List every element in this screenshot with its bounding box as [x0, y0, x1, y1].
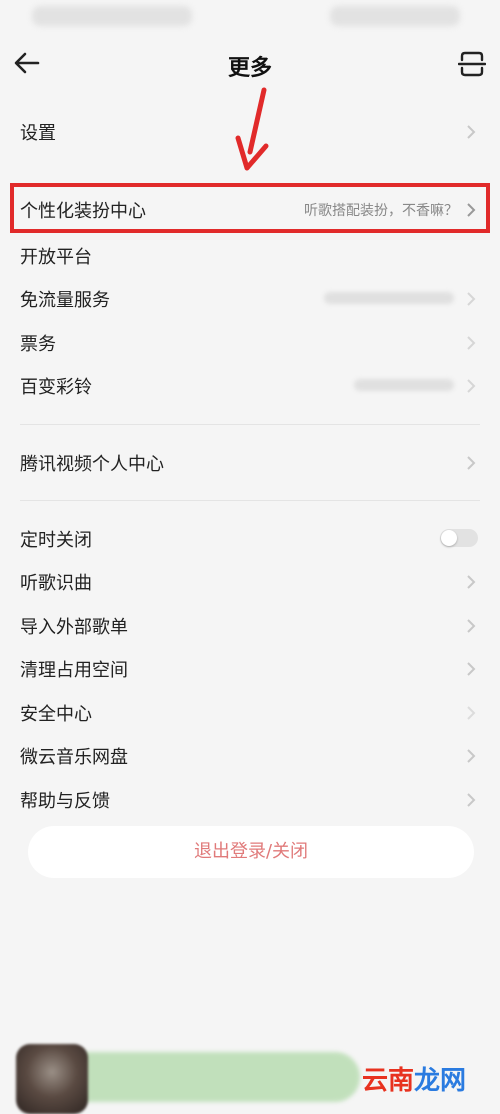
page-title: 更多	[227, 56, 272, 81]
chevron-right-icon	[467, 456, 476, 470]
chevron-right-icon	[467, 749, 476, 763]
chevron-right-icon	[467, 662, 476, 676]
section-divider	[20, 424, 480, 425]
row-label: 开放平台	[20, 247, 92, 268]
row-label: 设置	[20, 123, 56, 144]
row-label: 清理占用空间	[20, 660, 128, 681]
menu-row-song-recognition[interactable]: 听歌识曲	[0, 564, 500, 600]
row-hint-blurred	[354, 379, 454, 391]
chevron-right-icon	[467, 706, 476, 720]
chevron-right-icon	[467, 793, 476, 807]
menu-row-clear-storage[interactable]: 清理占用空间	[0, 651, 500, 687]
menu-row-import-playlist[interactable]: 导入外部歌单	[0, 608, 500, 644]
row-label: 票务	[20, 334, 56, 355]
menu-row-weiyun-disk[interactable]: 微云音乐网盘	[0, 738, 500, 774]
menu-row-open-platform[interactable]: 开放平台	[0, 238, 500, 274]
chevron-right-icon	[467, 125, 476, 139]
menu-row-tickets[interactable]: 票务	[0, 325, 500, 361]
watermark-part1: 云南	[362, 1066, 415, 1096]
menu-row-tencent-video[interactable]: 腾讯视频个人中心	[0, 445, 500, 481]
chevron-right-icon	[467, 379, 476, 393]
menu-row-free-data[interactable]: 免流量服务	[0, 281, 500, 317]
chevron-right-icon	[467, 292, 476, 306]
album-art[interactable]	[16, 1044, 88, 1114]
menu-row-security-center[interactable]: 安全中心	[0, 695, 500, 731]
row-label: 听歌识曲	[20, 573, 92, 594]
chevron-right-icon	[467, 619, 476, 633]
watermark: 云南龙网	[362, 1060, 466, 1097]
menu-row-help-feedback[interactable]: 帮助与反馈	[0, 782, 500, 818]
status-indicators-blurred	[330, 6, 460, 26]
chevron-right-icon	[467, 336, 476, 350]
row-label: 微云音乐网盘	[20, 747, 128, 768]
menu-row-sleep-timer[interactable]: 定时关闭	[0, 521, 500, 557]
status-bar	[0, 0, 500, 36]
chevron-right-icon	[467, 575, 476, 589]
annotation-highlight-box	[10, 183, 490, 233]
logout-button[interactable]: 退出登录/关闭	[28, 826, 474, 878]
section-divider	[20, 500, 480, 501]
row-label: 帮助与反馈	[20, 791, 110, 812]
scan-icon[interactable]	[458, 50, 486, 78]
row-hint-blurred	[324, 292, 454, 304]
row-label: 导入外部歌单	[20, 617, 128, 638]
annotation-arrow-icon	[235, 87, 269, 171]
row-label: 安全中心	[20, 704, 92, 725]
menu-row-ringtone[interactable]: 百变彩铃	[0, 368, 500, 404]
player-controls-blurred	[60, 1052, 360, 1102]
row-label: 免流量服务	[20, 290, 110, 311]
header: 更多	[0, 36, 500, 90]
row-label: 百变彩铃	[20, 377, 92, 398]
row-label: 定时关闭	[20, 530, 92, 551]
sleep-timer-toggle[interactable]	[440, 529, 478, 547]
toggle-knob	[441, 530, 457, 546]
row-label: 腾讯视频个人中心	[20, 454, 164, 475]
status-carrier-blurred	[32, 6, 192, 26]
watermark-part2: 龙网	[414, 1066, 467, 1096]
